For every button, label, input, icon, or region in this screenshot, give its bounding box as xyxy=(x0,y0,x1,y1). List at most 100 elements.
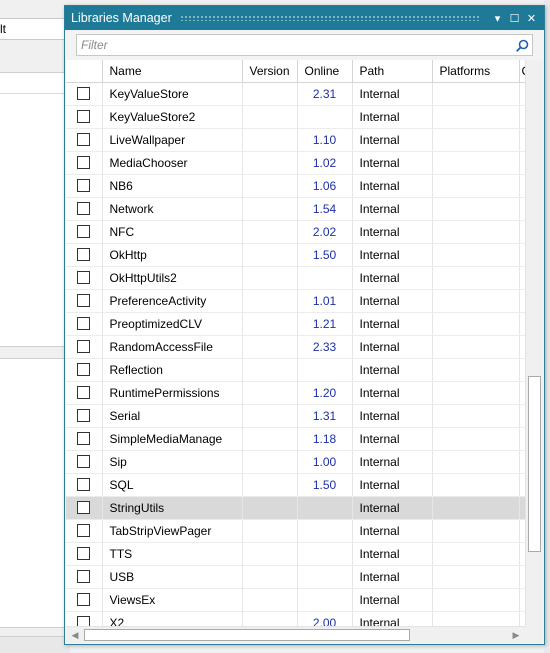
search-icon[interactable] xyxy=(512,35,532,55)
library-version xyxy=(242,427,298,451)
row-checkbox[interactable] xyxy=(77,455,91,468)
horizontal-scrollbar[interactable]: ◀ ▶ xyxy=(66,626,525,643)
library-name: MediaChooser xyxy=(102,151,243,175)
row-checkbox[interactable] xyxy=(77,409,91,422)
library-online-version: 1.02 xyxy=(297,151,353,175)
library-platforms xyxy=(432,381,520,405)
row-checkbox[interactable] xyxy=(77,271,91,284)
drag-grip[interactable] xyxy=(179,15,481,21)
table-row[interactable]: PreoptimizedCLV 1.21 Internal xyxy=(66,312,525,336)
table-row[interactable]: OkHttpUtils2 Internal xyxy=(66,266,525,290)
library-path: Internal xyxy=(352,151,433,175)
scroll-left-icon[interactable]: ◀ xyxy=(67,627,83,643)
table-row[interactable]: NFC 2.02 Internal xyxy=(66,220,525,244)
table-row[interactable]: SimpleMediaManage 1.18 Internal xyxy=(66,427,525,451)
row-checkbox[interactable] xyxy=(77,363,91,376)
library-name: Reflection xyxy=(102,358,243,382)
row-checkbox[interactable] xyxy=(77,156,91,169)
library-platforms xyxy=(432,128,520,152)
row-checkbox-cell xyxy=(66,450,103,474)
row-checkbox[interactable] xyxy=(77,478,91,491)
row-checkbox-cell xyxy=(66,289,103,313)
vertical-scrollbar[interactable] xyxy=(525,60,543,628)
row-checkbox[interactable] xyxy=(77,294,91,307)
library-version xyxy=(242,381,298,405)
row-checkbox[interactable] xyxy=(77,317,91,330)
table-row[interactable]: TTS Internal xyxy=(66,542,525,566)
library-platforms xyxy=(432,496,520,520)
table-row[interactable]: RandomAccessFile 2.33 Internal xyxy=(66,335,525,359)
filter-input[interactable] xyxy=(77,36,512,54)
row-checkbox[interactable] xyxy=(77,593,91,606)
horizontal-scroll-thumb[interactable] xyxy=(84,629,410,641)
row-checkbox[interactable] xyxy=(77,179,91,192)
library-platforms xyxy=(432,427,520,451)
row-checkbox-cell xyxy=(66,496,103,520)
table-row[interactable]: NB6 1.06 Internal xyxy=(66,174,525,198)
window-menu-button[interactable]: ▾ xyxy=(489,6,506,30)
table-row[interactable]: SQL 1.50 Internal xyxy=(66,473,525,497)
library-path: Internal xyxy=(352,243,433,267)
table-row[interactable]: KeyValueStore 2.31 Internal xyxy=(66,82,525,106)
table-row[interactable]: USB Internal xyxy=(66,565,525,589)
row-checkbox[interactable] xyxy=(77,133,91,146)
table-row[interactable]: OkHttp 1.50 Internal xyxy=(66,243,525,267)
table-row[interactable]: Serial 1.31 Internal xyxy=(66,404,525,428)
column-header-online[interactable]: Online xyxy=(297,60,353,83)
table-row[interactable]: MediaChooser 1.02 Internal xyxy=(66,151,525,175)
library-platforms xyxy=(432,197,520,221)
table-row[interactable]: KeyValueStore2 Internal xyxy=(66,105,525,129)
library-platforms xyxy=(432,404,520,428)
library-online-version xyxy=(297,565,353,589)
maximize-button[interactable]: ☐ xyxy=(506,6,523,30)
library-version xyxy=(242,542,298,566)
column-header-platforms[interactable]: Platforms xyxy=(432,60,520,83)
row-checkbox-cell xyxy=(66,82,103,106)
title-bar[interactable]: Libraries Manager ▾ ☐ ✕ xyxy=(65,6,544,30)
row-checkbox[interactable] xyxy=(77,87,91,100)
row-checkbox-cell xyxy=(66,588,103,612)
column-header-checkbox[interactable] xyxy=(66,60,103,83)
library-platforms xyxy=(432,473,520,497)
row-checkbox-cell xyxy=(66,381,103,405)
library-version xyxy=(242,588,298,612)
column-header-name[interactable]: Name xyxy=(102,60,243,83)
background-field[interactable]: lt xyxy=(0,18,70,40)
row-checkbox[interactable] xyxy=(77,340,91,353)
library-version xyxy=(242,128,298,152)
table-row[interactable]: Reflection Internal xyxy=(66,358,525,382)
column-header-path[interactable]: Path xyxy=(352,60,433,83)
table-row[interactable]: LiveWallpaper 1.10 Internal xyxy=(66,128,525,152)
row-checkbox[interactable] xyxy=(77,248,91,261)
row-checkbox[interactable] xyxy=(77,386,91,399)
table-row[interactable]: ViewsEx Internal xyxy=(66,588,525,612)
row-checkbox[interactable] xyxy=(77,501,91,514)
library-online-version: 1.06 xyxy=(297,174,353,198)
library-path: Internal xyxy=(352,565,433,589)
row-checkbox[interactable] xyxy=(77,432,91,445)
row-checkbox-cell xyxy=(66,243,103,267)
row-checkbox[interactable] xyxy=(77,524,91,537)
row-checkbox-cell xyxy=(66,266,103,290)
scroll-right-icon[interactable]: ▶ xyxy=(508,627,524,643)
row-checkbox[interactable] xyxy=(77,202,91,215)
table-row[interactable]: RuntimePermissions 1.20 Internal xyxy=(66,381,525,405)
row-checkbox[interactable] xyxy=(77,547,91,560)
table-row[interactable]: Network 1.54 Internal xyxy=(66,197,525,221)
row-checkbox[interactable] xyxy=(77,225,91,238)
library-platforms xyxy=(432,220,520,244)
close-button[interactable]: ✕ xyxy=(523,6,540,30)
library-path: Internal xyxy=(352,473,433,497)
table-row[interactable]: PreferenceActivity 1.01 Internal xyxy=(66,289,525,313)
library-online-version: 1.21 xyxy=(297,312,353,336)
row-checkbox[interactable] xyxy=(77,570,91,583)
table-row[interactable]: TabStripViewPager Internal xyxy=(66,519,525,543)
row-checkbox[interactable] xyxy=(77,110,91,123)
vertical-scroll-thumb[interactable] xyxy=(528,376,541,552)
table-row[interactable]: StringUtils Internal xyxy=(66,496,525,520)
library-platforms xyxy=(432,450,520,474)
column-header-version[interactable]: Version xyxy=(242,60,298,83)
library-online-version: 2.31 xyxy=(297,82,353,106)
library-version xyxy=(242,496,298,520)
table-row[interactable]: Sip 1.00 Internal xyxy=(66,450,525,474)
